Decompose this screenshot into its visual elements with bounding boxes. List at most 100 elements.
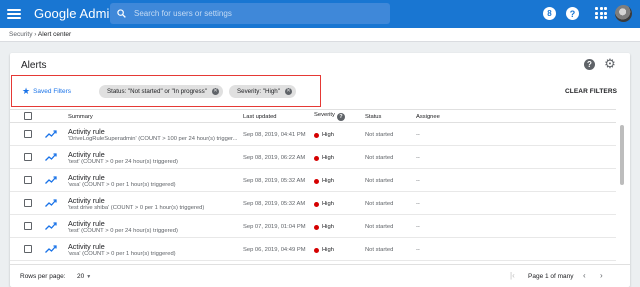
column-header-status[interactable]: Status	[365, 114, 381, 120]
breadcrumb-separator: ›	[34, 31, 37, 38]
table-scrollbar[interactable]	[620, 125, 624, 185]
row-checkbox[interactable]	[24, 245, 32, 253]
rows-per-page-select[interactable]: 20 ▼	[77, 273, 91, 280]
gear-icon[interactable]: ⚙	[603, 57, 617, 71]
severity-dot-icon	[314, 201, 319, 207]
rows-per-page-value: 20	[77, 273, 85, 280]
severity-label: High	[322, 178, 334, 184]
help-icon[interactable]: ?	[336, 113, 345, 121]
severity-badge: High	[314, 155, 334, 161]
filter-chip-label: Status: "Not started" or "In progress"	[107, 88, 207, 95]
column-header-last-updated[interactable]: Last updated	[243, 114, 277, 120]
alert-detail: 'wsa' (COUNT > 0 per 1 hour(s) triggered…	[68, 182, 176, 188]
column-header-assignee[interactable]: Assignee	[416, 114, 440, 120]
clear-filters-button[interactable]: CLEAR FILTERS	[565, 88, 617, 95]
table-row[interactable]: Activity rule 'wsa' (COUNT > 0 per 1 hou…	[10, 238, 616, 261]
first-page-icon[interactable]: |‹	[510, 272, 515, 280]
alert-title: Activity rule	[68, 242, 105, 251]
table-row[interactable]: Activity rule 'wsa' (COUNT > 0 per 1 hou…	[10, 169, 616, 192]
alert-title: Activity rule	[68, 173, 105, 182]
severity-badge: High	[314, 247, 334, 253]
severity-badge: High	[314, 132, 334, 138]
table-row[interactable]: Activity rule 'test drive shiba' (COUNT …	[10, 192, 616, 215]
help-icon[interactable]: ?	[566, 7, 579, 20]
pagination-footer: Rows per page: 20 ▼ |‹ Page 1 of many ‹ ›	[10, 264, 630, 287]
assignee: --	[416, 224, 420, 230]
severity-label: High	[322, 201, 334, 207]
severity-badge: High	[314, 201, 334, 207]
apps-grid-icon[interactable]	[595, 7, 607, 19]
row-checkbox[interactable]	[24, 222, 32, 230]
severity-label: High	[322, 132, 334, 138]
assignee: --	[416, 178, 420, 184]
column-header-severity[interactable]: Severity?	[314, 112, 345, 121]
next-page-icon[interactable]: ›	[600, 272, 603, 280]
search-icon	[117, 9, 126, 18]
page-info: Page 1 of many	[528, 273, 574, 280]
activity-trend-icon	[45, 130, 57, 138]
severity-badge: High	[314, 224, 334, 230]
severity-dot-icon	[314, 224, 319, 230]
page-title: Alerts	[21, 60, 47, 71]
saved-filters-label: Saved Filters	[33, 87, 72, 95]
previous-page-icon[interactable]: ‹	[583, 272, 586, 280]
table-row[interactable]: Activity rule 'DriveLogRuleSuperadmin' (…	[10, 123, 616, 146]
top-app-bar: Google Admin 8 ?	[0, 0, 640, 28]
close-icon[interactable]: ✕	[211, 88, 219, 95]
table-row[interactable]: Activity rule 'test' (COUNT > 0 per 24 h…	[10, 215, 616, 238]
alert-detail: 'DriveLogRuleSuperadmin' (COUNT > 100 pe…	[68, 136, 238, 142]
status-badge: Not started	[365, 201, 394, 207]
filter-chip-label: Severity: "High"	[237, 88, 280, 95]
activity-trend-icon	[45, 222, 57, 230]
hamburger-menu-icon[interactable]	[7, 7, 21, 21]
alert-title: Activity rule	[68, 150, 105, 159]
status-badge: Not started	[365, 132, 394, 138]
app-title[interactable]: Google Admin	[34, 6, 117, 21]
rows-per-page-label: Rows per page:	[20, 273, 66, 280]
status-badge: Not started	[365, 247, 394, 253]
assignee: --	[416, 132, 420, 138]
star-icon: ★	[22, 86, 31, 96]
row-checkbox[interactable]	[24, 199, 32, 207]
breadcrumb-current: Alert center	[37, 31, 72, 38]
row-checkbox[interactable]	[24, 176, 32, 184]
column-header-summary[interactable]: Summary	[68, 114, 93, 120]
assignee: --	[416, 155, 420, 161]
last-updated: Sep 08, 2019, 05:32 AM	[243, 178, 306, 184]
avatar[interactable]	[615, 5, 632, 22]
severity-dot-icon	[314, 247, 319, 253]
column-header-severity-label: Severity	[314, 112, 335, 118]
activity-trend-icon	[45, 153, 57, 161]
assignee: --	[416, 201, 420, 207]
filter-chip-severity[interactable]: Severity: "High" ✕	[229, 85, 296, 98]
saved-filters-button[interactable]: ★ Saved Filters	[22, 86, 72, 96]
last-updated: Sep 06, 2019, 04:49 PM	[243, 247, 306, 253]
breadcrumb-security-link[interactable]: Security	[9, 31, 32, 38]
row-checkbox[interactable]	[24, 130, 32, 138]
severity-dot-icon	[314, 132, 319, 138]
last-updated: Sep 08, 2019, 05:32 AM	[243, 201, 306, 207]
last-updated: Sep 07, 2019, 01:04 PM	[243, 224, 306, 230]
select-all-checkbox[interactable]	[24, 112, 32, 120]
alert-detail: 'test' (COUNT > 0 per 24 hour(s) trigger…	[68, 228, 178, 234]
search-input[interactable]	[134, 9, 384, 18]
alert-detail: 'test drive shiba' (COUNT > 0 per 1 hour…	[68, 205, 205, 211]
activity-trend-icon	[45, 199, 57, 207]
severity-label: High	[322, 247, 334, 253]
alert-detail: 'test' (COUNT > 0 per 24 hour(s) trigger…	[68, 159, 178, 165]
filter-chip-status[interactable]: Status: "Not started" or "In progress" ✕	[99, 85, 223, 98]
search-bar[interactable]	[110, 3, 390, 24]
alert-title: Activity rule	[68, 219, 105, 228]
help-icon[interactable]: ?	[584, 59, 595, 70]
severity-label: High	[322, 155, 334, 161]
assignee: --	[416, 247, 420, 253]
alert-detail: 'wsa' (COUNT > 0 per 1 hour(s) triggered…	[68, 251, 176, 257]
severity-dot-icon	[314, 178, 319, 184]
table-row[interactable]: Activity rule 'test' (COUNT > 0 per 24 h…	[10, 146, 616, 169]
close-icon[interactable]: ✕	[284, 88, 292, 95]
activity-trend-icon	[45, 176, 57, 184]
row-checkbox[interactable]	[24, 153, 32, 161]
table-header: Summary Last updated Severity? Status As…	[10, 109, 616, 123]
last-updated: Sep 08, 2019, 06:22 AM	[243, 155, 306, 161]
notifications-badge-icon[interactable]: 8	[543, 7, 556, 20]
